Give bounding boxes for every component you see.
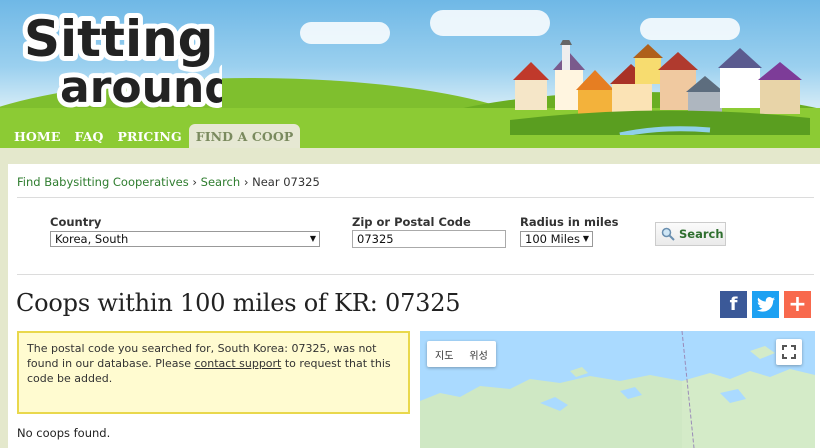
breadcrumb-separator: › — [243, 175, 249, 189]
nav-pricing[interactable]: PRICING — [111, 124, 189, 148]
cloud — [430, 10, 550, 36]
breadcrumb: Find Babysitting Cooperatives › Search ›… — [17, 175, 320, 189]
breadcrumb-search[interactable]: Search — [201, 175, 241, 189]
village-illustration — [510, 40, 810, 135]
zip-label: Zip or Postal Code — [352, 215, 471, 229]
search-button-label: Search — [679, 227, 724, 241]
country-label: Country — [50, 215, 102, 229]
facebook-share-button[interactable]: f — [720, 291, 747, 318]
addthis-share-button[interactable]: + — [784, 291, 811, 318]
no-results-text: No coops found. — [17, 426, 111, 440]
fullscreen-button[interactable] — [776, 339, 802, 365]
breadcrumb-current: Near 07325 — [252, 175, 320, 189]
contact-support-link[interactable]: contact support — [194, 357, 281, 370]
svg-text:around: around — [60, 62, 222, 108]
notice-box: The postal code you searched for, South … — [17, 331, 410, 414]
main-nav: HOME FAQ PRICING FIND A COOP — [0, 124, 301, 148]
breadcrumb-find-coops[interactable]: Find Babysitting Cooperatives — [17, 175, 189, 189]
facebook-icon: f — [729, 294, 738, 315]
nav-home[interactable]: HOME — [0, 124, 67, 148]
twitter-share-button[interactable] — [752, 291, 779, 318]
twitter-icon — [756, 297, 775, 312]
map-tab-satellite[interactable]: 위성 — [461, 347, 495, 362]
cloud — [640, 18, 740, 40]
page-title: Coops within 100 miles of KR: 07325 — [16, 289, 461, 317]
map-type-control: 지도 위성 — [427, 341, 496, 367]
map-tab-map[interactable]: 지도 — [427, 347, 461, 362]
radius-label: Radius in miles — [520, 215, 619, 229]
dropdown-arrow-icon: ▼ — [582, 234, 589, 243]
zip-input[interactable]: 07325 — [352, 230, 506, 248]
nav-faq[interactable]: FAQ — [67, 124, 110, 148]
site-logo[interactable]: Sitting Sitting around around — [22, 4, 222, 108]
fullscreen-icon — [782, 345, 796, 359]
site-header: Sitting Sitting around around HOME FAQ P… — [0, 0, 820, 148]
breadcrumb-separator: › — [192, 175, 197, 189]
radius-select-value: 100 Miles — [525, 232, 580, 246]
search-icon — [661, 227, 675, 241]
dropdown-arrow-icon: ▼ — [309, 234, 316, 243]
svg-text:Sitting: Sitting — [24, 10, 213, 68]
divider — [17, 197, 814, 198]
nav-strip — [0, 148, 820, 164]
plus-icon: + — [788, 292, 807, 317]
map[interactable]: 지도 위성 — [420, 331, 815, 448]
country-select-value: Korea, South — [55, 232, 129, 246]
country-select[interactable]: Korea, South ▼ — [50, 231, 320, 247]
divider — [17, 274, 814, 275]
search-button[interactable]: Search — [655, 222, 726, 246]
content-panel: Find Babysitting Cooperatives › Search ›… — [8, 164, 820, 448]
cloud — [300, 22, 390, 44]
radius-select[interactable]: 100 Miles ▼ — [520, 231, 593, 247]
nav-find-a-coop[interactable]: FIND A COOP — [188, 124, 301, 148]
